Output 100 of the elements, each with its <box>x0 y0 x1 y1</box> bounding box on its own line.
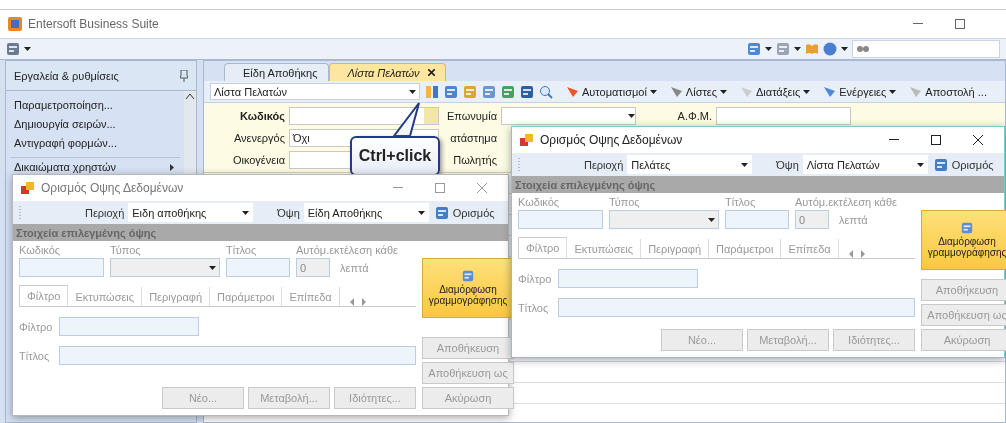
field-label: Κωδικός <box>19 244 62 256</box>
type-select[interactable] <box>110 258 220 277</box>
menu-item-icon <box>566 85 579 98</box>
section-header: Στοιχεία επιλεγμένης όψης <box>13 224 508 241</box>
app-icon <box>21 181 35 195</box>
design-button[interactable]: Διαμόρφωση γραμμογράφησης <box>921 210 1006 270</box>
app-logo-icon <box>8 17 22 31</box>
window-title: Entersoft Business Suite <box>28 17 159 31</box>
dialog-tab[interactable]: Φίλτρο <box>19 285 69 306</box>
field-label: Τίτλος <box>19 349 51 362</box>
dialog-tab[interactable]: Επίπεδα <box>781 239 839 258</box>
dropdown-caret-icon <box>649 89 657 94</box>
input-field[interactable] <box>558 269 698 288</box>
dialog-tab[interactable]: Παράμετροι <box>210 287 283 306</box>
action-button[interactable]: Ιδιότητες... <box>334 387 416 409</box>
sidebar-item[interactable]: Αντιγραφή φορμών... <box>10 133 180 152</box>
dialog-button[interactable]: Ακύρωση <box>422 387 514 409</box>
dialog-button[interactable]: Αποθήκευση ως <box>422 362 514 384</box>
dialog-tab[interactable]: Επίπεδα <box>282 287 340 306</box>
scroll-up-icon[interactable] <box>186 94 194 99</box>
toolbar-menu[interactable]: Αυτοματισμοί <box>566 85 657 98</box>
dialog-title: Ορισμός Οψης Δεδομένων <box>540 133 683 147</box>
field-label: Κωδικός <box>239 109 286 122</box>
tab-scroll-arrows-icon[interactable] <box>349 298 366 306</box>
sidebar-title: Εργαλεία & ρυθμίσεις <box>14 69 119 82</box>
dropdown-caret-icon <box>209 265 216 270</box>
input-field[interactable] <box>19 258 104 277</box>
tab-scroll-arrows-icon[interactable] <box>848 250 865 258</box>
menu-item-icon <box>823 85 837 98</box>
toolbar-menu[interactable]: Αποστολή ... <box>909 85 987 98</box>
dialog-button[interactable]: Ακύρωση <box>921 329 1006 351</box>
dropdown-caret-icon <box>242 210 250 215</box>
input-field[interactable] <box>226 258 290 277</box>
close-icon[interactable] <box>973 135 983 145</box>
input-field[interactable] <box>59 346 416 365</box>
dropdown-caret-icon <box>803 89 811 94</box>
sidebar-item[interactable]: Παραμετροποίηση... <box>10 95 180 114</box>
dialog-tab[interactable]: Εκτυπώσεις <box>567 239 642 258</box>
field-label: Τίτλος <box>518 301 550 314</box>
unit-label: λεπτά <box>340 261 369 274</box>
number-spinner[interactable]: 0 <box>795 210 829 229</box>
dialog-tab[interactable]: Φίλτρο <box>518 237 568 258</box>
dialog-button[interactable]: Αποθήκευση ως <box>921 304 1006 326</box>
view-select[interactable]: Είδη Αποθήκης <box>303 203 429 222</box>
dropdown-caret-icon <box>889 89 897 94</box>
pin-icon[interactable] <box>180 69 188 82</box>
action-button[interactable]: Νέο... <box>661 329 743 351</box>
dropdown-caret-icon <box>794 47 801 51</box>
number-spinner[interactable]: 0 <box>296 258 330 277</box>
field-label: ατάστημα <box>449 131 498 144</box>
input-field[interactable] <box>518 210 603 229</box>
sidebar-item[interactable]: Δημιουργία σειρών... <box>10 114 180 133</box>
field-label: Α.Φ.Μ. <box>676 109 713 122</box>
action-button[interactable]: Νέο... <box>162 387 244 409</box>
define-button[interactable]: Ορισμός <box>432 205 497 220</box>
maximize-icon[interactable] <box>931 135 941 145</box>
area-select[interactable]: Ειδη αποθήκης <box>128 203 254 222</box>
dialog-tab[interactable]: Περιγραφή <box>142 287 211 306</box>
action-button[interactable]: Μεταβολή... <box>248 387 330 409</box>
dialog-button[interactable]: Αποθήκευση <box>422 337 514 359</box>
input-field[interactable] <box>501 106 636 125</box>
dropdown-caret-icon <box>916 162 924 167</box>
dropdown-caret-icon <box>628 113 635 118</box>
document-tab[interactable]: Λίστα Πελατών <box>328 63 446 81</box>
action-button[interactable]: Μεταβολή... <box>747 329 829 351</box>
field-label: Φίλτρο <box>19 320 54 333</box>
area-label: Περιοχή <box>85 206 125 219</box>
input-field[interactable] <box>725 210 789 229</box>
view-label: Όψη <box>776 158 799 171</box>
dropdown-caret-icon <box>841 47 848 51</box>
toolbar-menu[interactable]: Ενέργειες <box>823 85 897 98</box>
design-button[interactable]: Διαμόρφωση γραμμογράφησης <box>422 258 514 318</box>
define-button[interactable]: Ορισμός <box>931 157 996 172</box>
input-field[interactable] <box>59 317 199 336</box>
toolbar-menu[interactable]: Διατάξεις <box>740 85 811 98</box>
search-field[interactable] <box>852 40 1000 58</box>
input-field[interactable] <box>716 106 851 125</box>
field-label: Πωλητής <box>452 153 498 166</box>
input-field[interactable] <box>289 106 439 125</box>
field-label: Επωνυμία <box>446 109 498 122</box>
toolbar-menu[interactable]: Λίστες <box>669 85 727 98</box>
field-label: Τύπος <box>609 196 641 208</box>
menu-item-icon <box>909 85 923 98</box>
minimize-icon[interactable] <box>889 139 899 141</box>
zoom-icon[interactable] <box>539 84 553 99</box>
input-field[interactable] <box>558 298 915 317</box>
dialog-tab[interactable]: Εκτυπώσεις <box>68 287 143 306</box>
document-tab[interactable]: Είδη Αποθήκης <box>224 63 329 81</box>
dialog-tab[interactable]: Παράμετροι <box>709 239 782 258</box>
columns-icon[interactable] <box>425 84 439 99</box>
dialog-button[interactable]: Αποθήκευση <box>921 279 1006 301</box>
field-label: Ανενεργός <box>232 131 286 144</box>
area-select[interactable]: Πελάτες <box>627 155 753 174</box>
dialog-tab[interactable]: Περιγραφή <box>641 239 710 258</box>
type-select[interactable] <box>609 210 719 229</box>
close-icon[interactable] <box>427 69 435 76</box>
view-select[interactable]: Λίστα Πελατών <box>802 155 928 174</box>
view-select[interactable]: Λίστα Πελατών <box>210 83 420 100</box>
action-button[interactable]: Ιδιότητες... <box>833 329 915 351</box>
menu-item-icon <box>740 85 753 98</box>
